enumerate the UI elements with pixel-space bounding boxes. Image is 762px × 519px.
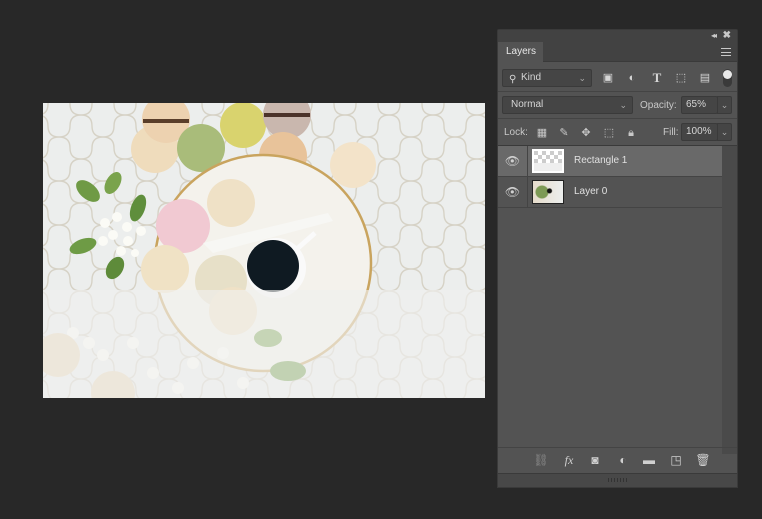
layer-name: Layer 0 [574,186,608,197]
blend-mode-select[interactable]: Normal ⌄ [502,96,633,114]
lock-artboard-icon[interactable]: ⬚ [603,127,615,139]
panel-tab-bar: Layers [498,42,737,63]
chevron-down-icon: ⌄ [619,100,627,110]
lock-row: Lock: ▦ ✎ ✥ ⬚ 🔒︎ Fill: 100% ⌄ [498,119,737,146]
lock-transparent-pixels-icon[interactable]: ▦ [536,127,548,139]
opacity-label: Opacity: [640,100,677,111]
layers-footer-toolbar: ⛓ fx ◙ ◐ ▬ ◳ 🗑︎ [498,447,737,471]
opacity-dropdown-button[interactable]: ⌄ [717,96,732,114]
delete-layer-icon[interactable]: 🗑︎ [695,452,711,468]
visibility-eye-icon[interactable]: 👁︎ [498,146,528,176]
smart-object-filter-icon[interactable]: ▤ [699,72,711,84]
layer-name: Rectangle 1 [574,155,628,166]
lock-all-icon[interactable]: 🔒︎ [625,127,637,139]
layer-thumbnail-image [532,180,564,204]
collapse-panel-icon[interactable]: ◂◂ [711,30,717,42]
close-panel-icon[interactable]: ✖ [723,30,731,42]
layer-thumbnail-shape [532,149,564,173]
new-adjustment-layer-icon[interactable]: ◐ [615,452,631,468]
link-layers-icon[interactable]: ⛓ [533,452,549,468]
chevron-down-icon: ⌄ [578,73,586,83]
layer-row-rectangle-1[interactable]: 👁︎ Rectangle 1 [498,146,722,177]
visibility-eye-icon[interactable]: 👁︎ [498,177,528,207]
fill-dropdown-button[interactable]: ⌄ [717,123,732,141]
opacity-input[interactable]: 65% [681,96,718,114]
fill-input[interactable]: 100% [681,123,718,141]
add-mask-icon[interactable]: ◙ [587,452,603,468]
shape-filter-icon[interactable]: ⬚ [675,72,687,84]
lock-label: Lock: [504,127,528,138]
rectangle-1-overlay [43,290,485,398]
filter-toggle-switch[interactable] [723,69,732,87]
lock-image-pixels-icon[interactable]: ✎ [558,127,570,139]
panel-resize-bar[interactable] [498,473,737,487]
filter-row: ⚲ Kind ⌄ ▣ ◐ T ⬚ ▤ [498,62,737,92]
tab-layers[interactable]: Layers [498,42,543,63]
type-filter-icon[interactable]: T [651,71,663,84]
resize-grip-icon[interactable] [608,478,628,482]
image-filter-icon[interactable]: ▣ [602,72,614,84]
filter-kind-select[interactable]: ⚲ Kind ⌄ [502,69,592,87]
layers-panel: ◂◂ ✖ Layers ⚲ Kind ⌄ ▣ ◐ T ⬚ ▤ Normal ⌄ … [497,29,738,488]
layers-scrollbar[interactable] [722,146,737,454]
new-layer-icon[interactable]: ◳ [668,452,684,468]
adjustment-filter-icon[interactable]: ◐ [626,72,638,84]
new-group-icon[interactable]: ▬ [641,452,657,468]
panel-menu-icon[interactable] [721,48,731,56]
layer-row-layer-0[interactable]: 👁︎ Layer 0 [498,177,722,208]
lock-position-icon[interactable]: ✥ [580,127,592,139]
fill-label: Fill: [663,127,679,138]
filter-kind-label: Kind [521,72,542,83]
search-icon: ⚲ [509,74,517,85]
blend-mode-value: Normal [511,99,544,110]
fx-icon[interactable]: fx [561,452,577,468]
layers-list: 👁︎ Rectangle 1 👁︎ Layer 0 [498,146,722,454]
document-canvas[interactable] [43,103,485,398]
blend-row: Normal ⌄ Opacity: 65% ⌄ [498,92,737,119]
panel-header: ◂◂ ✖ [498,30,737,42]
